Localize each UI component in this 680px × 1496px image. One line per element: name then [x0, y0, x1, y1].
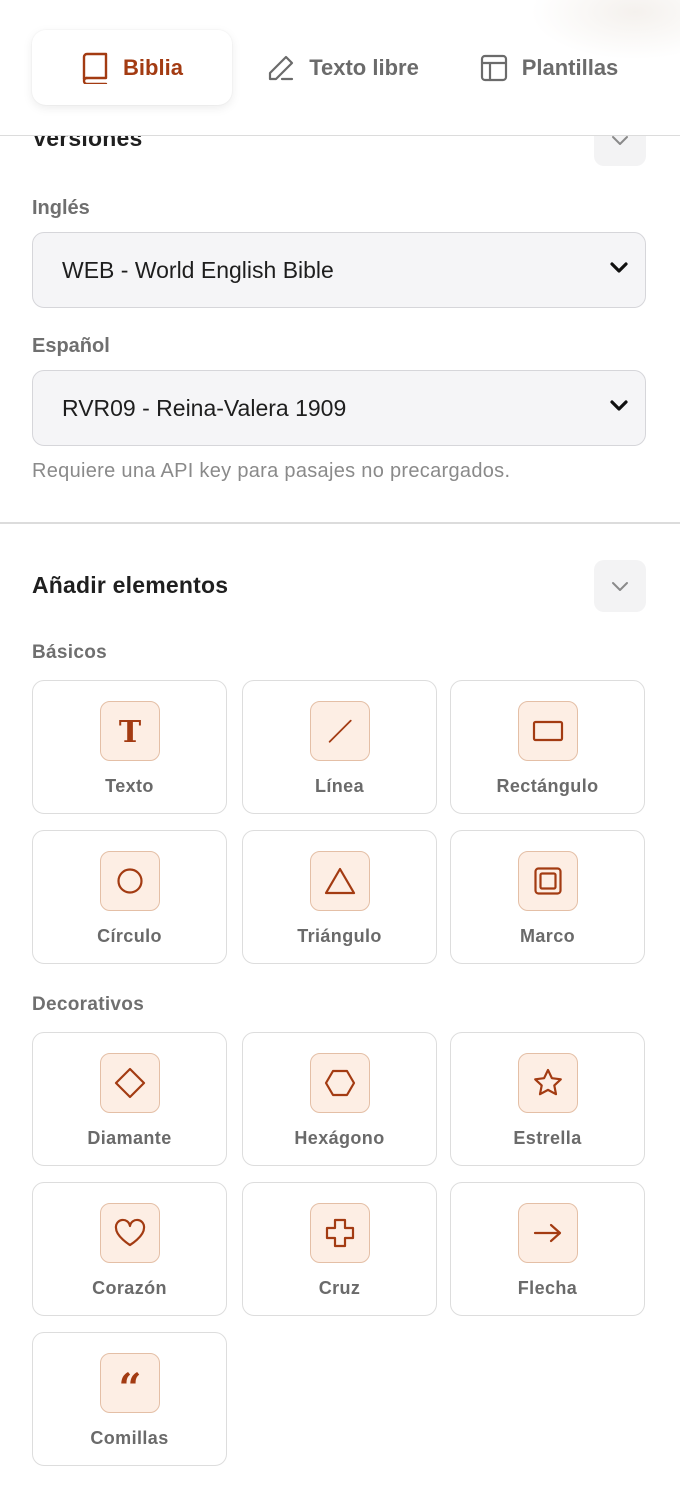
tab-biblia[interactable]: Biblia — [32, 30, 232, 105]
frame-icon — [517, 851, 578, 911]
svg-text:“: “ — [118, 1368, 141, 1398]
element-label: Rectángulo — [496, 776, 599, 796]
quote-icon: “ — [99, 1353, 160, 1413]
tab-label: Texto libre — [309, 54, 419, 80]
element-label: Texto — [105, 776, 154, 796]
tab-texto-libre[interactable]: Texto libre — [248, 30, 438, 105]
element-label: Marco — [519, 926, 575, 946]
element-card-rectangulo[interactable]: Rectángulo — [450, 680, 645, 814]
element-card-circulo[interactable]: Círculo — [32, 830, 227, 964]
text-icon: T — [99, 701, 160, 761]
element-label: Comillas — [90, 1428, 169, 1448]
element-card-estrella[interactable]: Estrella — [450, 1032, 645, 1166]
english-version-select[interactable]: WEB - World English Bible — [32, 232, 646, 308]
element-card-linea[interactable]: Línea — [242, 680, 437, 814]
api-key-hint: Requiere una API key para pasajes no pre… — [32, 460, 511, 482]
spanish-version-select[interactable]: RVR09 - Reina-Valera 1909 — [32, 370, 646, 446]
element-card-triangulo[interactable]: Triángulo — [242, 830, 437, 964]
tab-plantillas[interactable]: Plantillas — [460, 30, 638, 105]
rectangle-icon — [517, 701, 578, 761]
element-card-diamante[interactable]: Diamante — [32, 1032, 227, 1166]
chevron-down-icon — [612, 582, 628, 591]
element-label: Diamante — [87, 1128, 172, 1148]
arrow-right-icon — [517, 1203, 578, 1263]
element-label: Triángulo — [297, 926, 382, 946]
element-card-marco[interactable]: Marco — [450, 830, 645, 964]
tab-bar: Biblia Texto libre Plantillas — [0, 0, 680, 136]
tab-label: Biblia — [123, 54, 183, 80]
tab-label: Plantillas — [521, 54, 619, 80]
element-card-hexagono[interactable]: Hexágono — [242, 1032, 437, 1166]
circle-icon — [99, 851, 160, 911]
element-label: Círculo — [97, 926, 162, 946]
spanish-version-value: RVR09 - Reina-Valera 1909 — [62, 394, 347, 421]
element-label: Corazón — [92, 1278, 167, 1298]
spanish-version-label: Español — [32, 335, 110, 357]
chevron-down-icon — [610, 400, 628, 411]
english-version-label: Inglés — [32, 197, 90, 219]
basic-group-label: Básicos — [32, 642, 107, 663]
element-card-corazon[interactable]: Corazón — [32, 1182, 227, 1316]
chevron-down-icon — [610, 262, 628, 273]
diamond-icon — [99, 1053, 160, 1113]
add-elements-title: Añadir elementos — [32, 572, 229, 598]
element-label: Hexágono — [294, 1128, 385, 1148]
triangle-icon — [309, 851, 370, 911]
star-icon — [517, 1053, 578, 1113]
heart-icon — [99, 1203, 160, 1263]
line-icon — [309, 701, 370, 761]
element-card-flecha[interactable]: Flecha — [450, 1182, 645, 1316]
svg-text:T: T — [118, 716, 141, 746]
pencil-icon — [269, 55, 294, 80]
element-label: Estrella — [513, 1128, 582, 1148]
section-divider — [0, 522, 680, 524]
element-label: Cruz — [318, 1278, 361, 1298]
element-card-comillas[interactable]: “ Comillas — [32, 1332, 227, 1466]
hexagon-icon — [309, 1053, 370, 1113]
element-card-cruz[interactable]: Cruz — [242, 1182, 437, 1316]
cross-icon — [309, 1203, 370, 1263]
element-label: Flecha — [517, 1278, 578, 1298]
decorative-group-label: Decorativos — [32, 994, 145, 1015]
english-version-value: WEB - World English Bible — [62, 256, 334, 283]
element-card-texto[interactable]: T Texto — [32, 680, 227, 814]
element-label: Línea — [314, 776, 364, 796]
layout-icon — [480, 54, 507, 81]
add-elements-collapse-button[interactable] — [594, 560, 646, 612]
book-icon — [82, 52, 108, 84]
